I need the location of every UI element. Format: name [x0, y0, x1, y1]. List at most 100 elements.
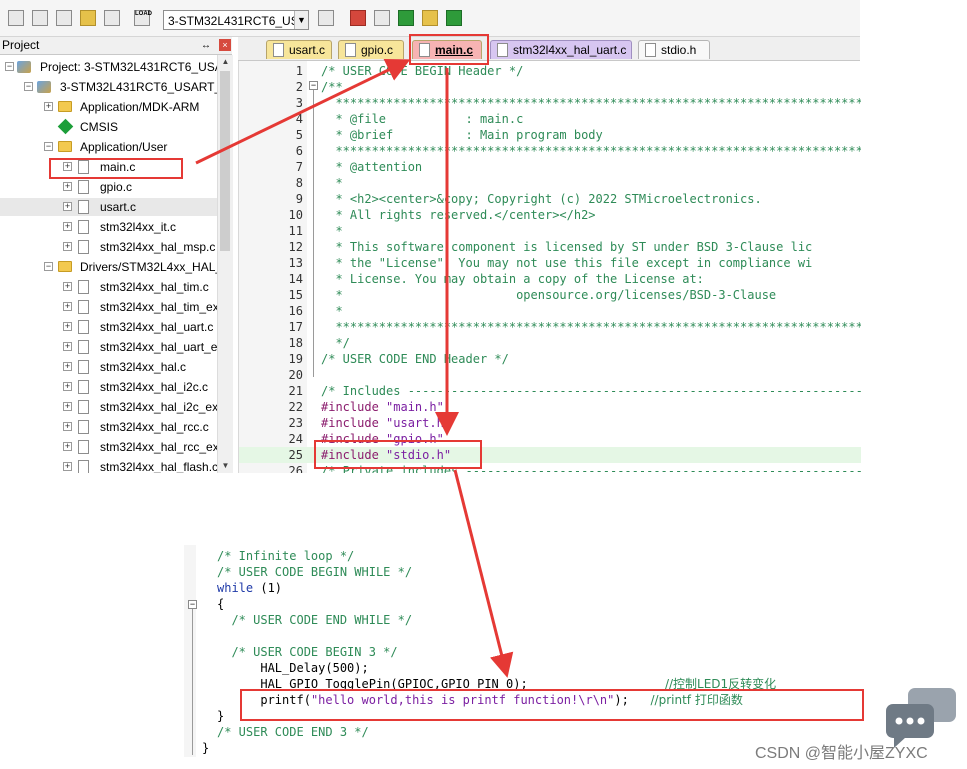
code-line[interactable]: 9 * <h2><center>&copy; Copyright (c) 202… [239, 191, 861, 207]
tree-item-project-root[interactable]: − Project: 3-STM32L431RCT6_USAR [0, 58, 217, 76]
code-line[interactable]: 21 /* Includes --------------------------… [239, 383, 861, 399]
code-line[interactable]: 3 **************************************… [239, 95, 861, 111]
tab-gpio-c[interactable]: gpio.c [338, 40, 404, 59]
code-line[interactable]: 2 /** [239, 79, 861, 95]
tab-stm32l4xx-hal-uart-c[interactable]: stm32l4xx_hal_uart.c [490, 40, 632, 59]
tree-item-target[interactable]: − 3-STM32L431RCT6_USART_pri [0, 78, 217, 96]
scroll-down-icon[interactable]: ▼ [218, 459, 233, 473]
code-line[interactable]: 6 **************************************… [239, 143, 861, 159]
code-line[interactable]: /* USER CODE BEGIN WHILE */ [217, 564, 412, 580]
code-line[interactable]: 23 #include "usart.h" [239, 415, 861, 431]
expand-icon[interactable]: + [63, 302, 72, 311]
pack-installer-icon[interactable] [446, 10, 462, 26]
expand-icon[interactable]: + [63, 182, 72, 191]
rebuild-icon[interactable] [56, 10, 72, 26]
expand-icon[interactable]: + [63, 422, 72, 431]
manage-components-icon[interactable] [374, 10, 390, 26]
tree-item-stm32l4xx-hal-msp-c[interactable]: + stm32l4xx_hal_msp.c [0, 238, 217, 256]
tree-item-hal-uart-ex[interactable]: + stm32l4xx_hal_uart_ex [0, 338, 217, 356]
tab-usart-c[interactable]: usart.c [266, 40, 332, 59]
translate-icon[interactable] [8, 10, 24, 26]
code-line[interactable]: { [217, 596, 224, 612]
code-line[interactable]: HAL_Delay(500); [217, 660, 368, 676]
tree-item-hal-tim-c[interactable]: + stm32l4xx_hal_tim.c [0, 278, 217, 296]
run-environment-icon[interactable] [398, 10, 414, 26]
code-line[interactable]: 15 * opensource.org/licenses/BSD-3-Claus… [239, 287, 861, 303]
tree-item-cmsis[interactable]: CMSIS [0, 118, 217, 136]
collapse-icon[interactable]: − [44, 262, 53, 271]
batch-build-icon[interactable] [80, 10, 96, 26]
expand-icon[interactable]: + [63, 462, 72, 471]
tree-item-usart-c[interactable]: + usart.c [0, 198, 217, 216]
expand-icon[interactable]: + [63, 362, 72, 371]
expand-icon[interactable]: + [63, 222, 72, 231]
code-editor[interactable]: − 1/* USER CODE BEGIN Header */2/** 3 ***… [238, 61, 861, 473]
code-line[interactable]: 13 * the "License"; You may not use this… [239, 255, 861, 271]
build-icon[interactable] [32, 10, 48, 26]
code-line[interactable]: 14 * License. You may obtain a copy of t… [239, 271, 861, 287]
code-line[interactable]: /* USER CODE END 3 */ [217, 724, 369, 740]
code-line[interactable]: 20 [239, 367, 861, 383]
code-line[interactable]: 18 */ [239, 335, 861, 351]
expand-icon[interactable]: + [63, 322, 72, 331]
code-line[interactable]: 10 * All rights reserved.</center></h2> [239, 207, 861, 223]
tree-item-gpio-c[interactable]: + gpio.c [0, 178, 217, 196]
code-line[interactable]: /* Infinite loop */ [217, 548, 354, 564]
tree-item-hal-tim-ex[interactable]: + stm32l4xx_hal_tim_ex [0, 298, 217, 316]
code-line[interactable]: 5 * @brief : Main program body [239, 127, 861, 143]
code-line[interactable]: 12 * This software component is licensed… [239, 239, 861, 255]
pin-icon[interactable]: ↔ [201, 37, 211, 54]
expand-icon[interactable]: + [63, 442, 72, 451]
file-extensions-icon[interactable] [350, 10, 366, 26]
tree-item-group-drivers[interactable]: − Drivers/STM32L4xx_HAL_ [0, 258, 217, 276]
code-line[interactable]: /* USER CODE BEGIN 3 */ [217, 644, 397, 660]
expand-icon[interactable]: + [63, 382, 72, 391]
tree-item-hal-rcc-ex[interactable]: + stm32l4xx_hal_rcc_ex. [0, 438, 217, 456]
scroll-up-icon[interactable]: ▲ [218, 55, 233, 69]
code-line[interactable]: } [217, 708, 224, 724]
download-icon[interactable]: LOAD [134, 10, 152, 26]
project-tree-scrollbar[interactable]: ▲ ▼ [217, 55, 233, 473]
code-line[interactable]: 7 * @attention [239, 159, 861, 175]
code-text: /** [321, 80, 343, 94]
expand-icon[interactable]: + [63, 202, 72, 211]
expand-icon[interactable]: + [63, 342, 72, 351]
tree-item-stm32l4xx-it-c[interactable]: + stm32l4xx_it.c [0, 218, 217, 236]
code-line[interactable]: 16 * [239, 303, 861, 319]
fold-toggle-icon[interactable]: − [188, 600, 197, 609]
code-line[interactable]: while (1) [217, 580, 282, 596]
tree-item-hal-rcc-c[interactable]: + stm32l4xx_hal_rcc.c [0, 418, 217, 436]
highlight-box-tree-main-c [49, 158, 183, 179]
tab-stdio-h[interactable]: stdio.h [638, 40, 710, 59]
collapse-icon[interactable]: − [24, 82, 33, 91]
code-line[interactable]: 19 /* USER CODE END Header */ [239, 351, 861, 367]
expand-icon[interactable]: + [44, 102, 53, 111]
code-line[interactable]: 11 * [239, 223, 861, 239]
tree-item-hal-flash-c[interactable]: + stm32l4xx_hal_flash.c [0, 458, 217, 473]
expand-icon[interactable]: + [63, 242, 72, 251]
code-line[interactable]: 22 #include "main.h" [239, 399, 861, 415]
tree-item-hal-uart-c[interactable]: + stm32l4xx_hal_uart.c [0, 318, 217, 336]
code-line[interactable]: /* USER CODE END WHILE */ [217, 612, 412, 628]
stop-build-icon[interactable] [104, 10, 120, 26]
tree-item-hal-i2c-c[interactable]: + stm32l4xx_hal_i2c.c [0, 378, 217, 396]
collapse-icon[interactable]: − [44, 142, 53, 151]
collapse-icon[interactable]: − [5, 62, 14, 71]
target-options-icon[interactable] [318, 10, 334, 26]
code-line[interactable]: 17 *************************************… [239, 319, 861, 335]
code-line[interactable]: 4 * @file : main.c [239, 111, 861, 127]
scrollbar-thumb[interactable] [220, 71, 230, 251]
code-line[interactable]: 1 /* USER CODE BEGIN Header */ [239, 63, 861, 79]
expand-icon[interactable]: + [63, 402, 72, 411]
tree-item-group-mdk-arm[interactable]: + Application/MDK-ARM [0, 98, 217, 116]
expand-icon[interactable]: + [63, 282, 72, 291]
tree-item-group-application-user[interactable]: − Application/User [0, 138, 217, 156]
target-select[interactable]: 3-STM32L431RCT6_USAR ▼ [163, 10, 309, 30]
code-line[interactable]: } [202, 740, 209, 756]
chevron-down-icon[interactable]: ▼ [294, 11, 308, 29]
tree-item-hal-i2c-ex[interactable]: + stm32l4xx_hal_i2c_ex. [0, 398, 217, 416]
close-icon[interactable]: × [219, 39, 231, 51]
select-packs-icon[interactable] [422, 10, 438, 26]
code-line[interactable]: 8 * [239, 175, 861, 191]
tree-item-hal-c[interactable]: + stm32l4xx_hal.c [0, 358, 217, 376]
